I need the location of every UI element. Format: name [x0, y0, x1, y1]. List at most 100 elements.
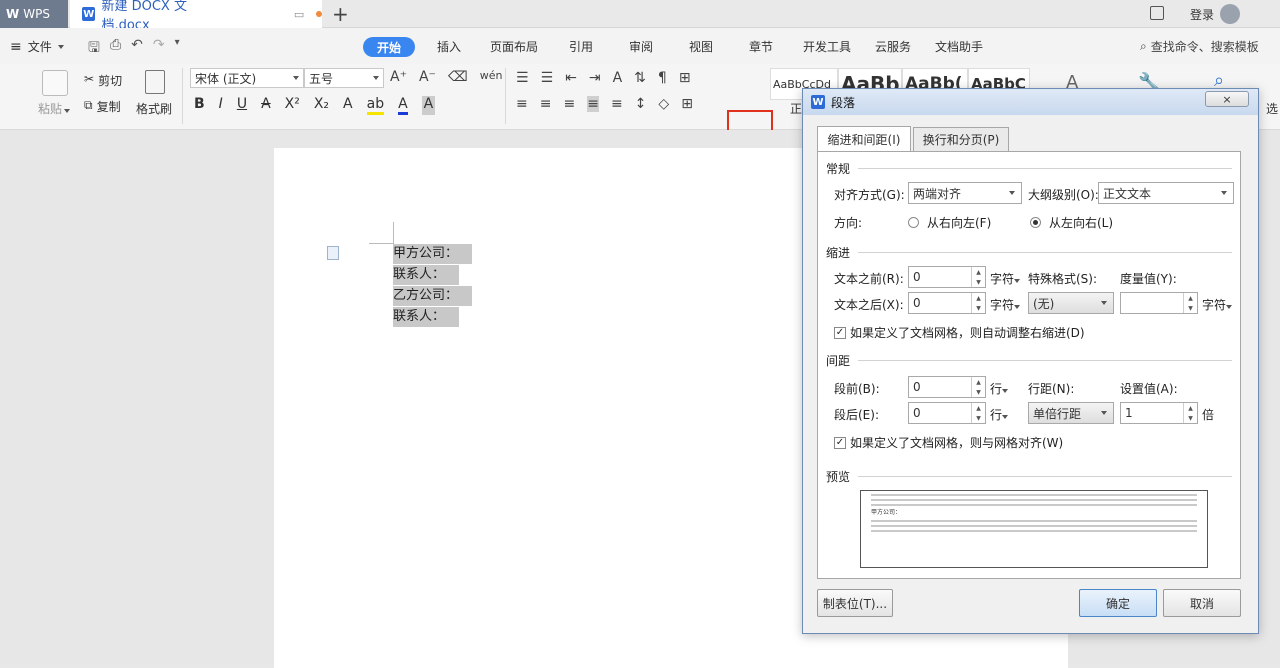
- italic-icon[interactable]: I: [219, 96, 223, 115]
- spin-down-icon[interactable]: ▼: [972, 413, 985, 423]
- spinner[interactable]: ▲ ▼: [1183, 293, 1197, 313]
- space-before-unit[interactable]: 行: [990, 380, 1009, 397]
- ok-button[interactable]: 确定: [1079, 589, 1157, 617]
- window-tile-icon[interactable]: [1150, 6, 1164, 20]
- paragraph-handle-icon[interactable]: [327, 246, 339, 260]
- spin-down-icon[interactable]: ▼: [1184, 413, 1197, 423]
- spinner[interactable]: ▲ ▼: [971, 377, 985, 397]
- monitor-icon[interactable]: ▭: [294, 8, 304, 21]
- indent-before-unit[interactable]: 字符: [990, 270, 1021, 287]
- tab-developer[interactable]: 开发工具: [803, 38, 851, 55]
- grow-font-icon[interactable]: A⁺: [390, 69, 407, 85]
- underline-icon[interactable]: U: [237, 96, 247, 115]
- tab-indent-spacing[interactable]: 缩进和间距(I): [817, 126, 911, 152]
- login-area[interactable]: 登录: [1190, 4, 1241, 24]
- radio-rtl[interactable]: 从右向左(F): [908, 214, 991, 231]
- special-format-select[interactable]: (无): [1028, 292, 1114, 314]
- outline-level-select[interactable]: 正文文本: [1098, 182, 1234, 204]
- save-icon[interactable]: 🖫: [88, 37, 100, 61]
- close-button[interactable]: ×: [1205, 91, 1249, 107]
- doc-line-party-a[interactable]: 甲方公司：: [393, 244, 473, 264]
- radio-ltr[interactable]: 从左向右(L): [1030, 214, 1113, 231]
- spin-down-icon[interactable]: ▼: [1184, 303, 1197, 313]
- format-painter-button[interactable]: 格式刷: [136, 100, 172, 117]
- show-marks-icon[interactable]: ¶: [658, 70, 667, 86]
- format-painter-icon[interactable]: [145, 70, 165, 94]
- undo-icon[interactable]: ↶: [131, 37, 143, 61]
- select-button[interactable]: 选: [1266, 100, 1278, 117]
- radio-rtl-circle[interactable]: [908, 217, 919, 228]
- indent-after-unit[interactable]: 字符: [990, 296, 1021, 313]
- copy-button[interactable]: ⧉ 复制: [84, 98, 121, 115]
- spinner[interactable]: ▲ ▼: [971, 293, 985, 313]
- cut-button[interactable]: ✂ 剪切: [84, 72, 122, 89]
- font-color-icon[interactable]: A: [398, 96, 408, 115]
- increase-indent-icon[interactable]: ⇥: [589, 70, 601, 86]
- space-after-unit[interactable]: 行: [990, 406, 1009, 423]
- login-label[interactable]: 登录: [1190, 6, 1214, 23]
- set-value-input[interactable]: 1 ▲ ▼: [1120, 402, 1198, 424]
- pinyin-icon[interactable]: wén: [480, 69, 503, 85]
- font-size-select[interactable]: 五号: [304, 68, 384, 88]
- spin-down-icon[interactable]: ▼: [972, 303, 985, 313]
- tab-page-layout[interactable]: 页面布局: [490, 38, 538, 55]
- tab-stops-button[interactable]: 制表位(T)...: [817, 589, 893, 617]
- wps-home-tab[interactable]: W WPS: [0, 0, 68, 28]
- strikethrough-icon[interactable]: A: [261, 96, 271, 115]
- indent-after-input[interactable]: 0 ▲ ▼: [908, 292, 986, 314]
- line-spacing-icon[interactable]: ↕: [635, 96, 647, 112]
- spinner[interactable]: ▲ ▼: [971, 403, 985, 423]
- decrease-indent-icon[interactable]: ⇤: [565, 70, 577, 86]
- table-icon[interactable]: ⊞: [679, 70, 691, 86]
- align-right-icon[interactable]: ≡: [563, 96, 575, 112]
- sort-icon[interactable]: ⇅: [634, 70, 646, 86]
- tab-references[interactable]: 引用: [569, 38, 593, 55]
- shrink-font-icon[interactable]: A⁻: [419, 69, 436, 85]
- paste-button[interactable]: 粘贴: [38, 100, 71, 117]
- spin-down-icon[interactable]: ▼: [972, 277, 985, 287]
- measure-input[interactable]: ▲ ▼: [1120, 292, 1198, 314]
- tab-cloud[interactable]: 云服务: [875, 38, 911, 55]
- bold-icon[interactable]: B: [194, 96, 205, 115]
- indent-before-input[interactable]: 0 ▲ ▼: [908, 266, 986, 288]
- align-left-icon[interactable]: ≡: [516, 96, 528, 112]
- spin-down-icon[interactable]: ▼: [972, 387, 985, 397]
- clear-format-icon[interactable]: ⌫: [448, 69, 468, 85]
- file-menu[interactable]: ≡ 文件: [10, 38, 64, 55]
- customize-icon[interactable]: ▾: [175, 37, 180, 61]
- spinner[interactable]: ▲ ▼: [1183, 403, 1197, 423]
- space-after-input[interactable]: 0 ▲ ▼: [908, 402, 986, 424]
- print-icon[interactable]: ⎙: [110, 37, 121, 61]
- measure-unit[interactable]: 字符: [1202, 296, 1233, 313]
- tab-line-page-breaks[interactable]: 换行和分页(P): [913, 127, 1009, 151]
- spinner[interactable]: ▲ ▼: [971, 267, 985, 287]
- align-center-icon[interactable]: ≡: [540, 96, 552, 112]
- space-before-input[interactable]: 0 ▲ ▼: [908, 376, 986, 398]
- radio-ltr-circle[interactable]: [1030, 217, 1041, 228]
- new-tab-button[interactable]: +: [332, 2, 349, 26]
- char-shading-icon[interactable]: A: [421, 96, 436, 115]
- dialog-title-bar[interactable]: W 段落: [803, 89, 1258, 115]
- doc-line-contact-a[interactable]: 联系人：: [393, 265, 460, 285]
- distributed-icon[interactable]: ≡: [611, 96, 623, 112]
- checkbox-checked-icon[interactable]: ✓: [834, 436, 846, 449]
- spin-up-icon[interactable]: ▲: [972, 403, 985, 413]
- tab-review[interactable]: 审阅: [629, 38, 653, 55]
- tab-insert[interactable]: 插入: [437, 38, 461, 55]
- tab-view[interactable]: 视图: [689, 38, 713, 55]
- alignment-select[interactable]: 两端对齐: [908, 182, 1022, 204]
- spin-up-icon[interactable]: ▲: [1184, 403, 1197, 413]
- auto-adjust-indent-checkbox[interactable]: ✓ 如果定义了文档网格，则自动调整右缩进(D): [834, 324, 1085, 341]
- chinese-layout-icon[interactable]: A: [613, 70, 623, 86]
- font-name-select[interactable]: 宋体 (正文): [190, 68, 304, 88]
- justify-icon[interactable]: ≡: [587, 96, 599, 112]
- avatar[interactable]: [1220, 4, 1241, 24]
- tab-doc-assistant[interactable]: 文档助手: [935, 38, 983, 55]
- command-search[interactable]: ⌕ 查找命令、搜索模板: [1140, 38, 1259, 55]
- cancel-button[interactable]: 取消: [1163, 589, 1241, 617]
- highlight-icon[interactable]: ab: [366, 96, 385, 115]
- subscript-icon[interactable]: X₂: [314, 96, 329, 115]
- doc-line-contact-b[interactable]: 联系人：: [393, 307, 460, 327]
- spin-up-icon[interactable]: ▲: [972, 267, 985, 277]
- redo-icon[interactable]: ↷: [153, 37, 165, 61]
